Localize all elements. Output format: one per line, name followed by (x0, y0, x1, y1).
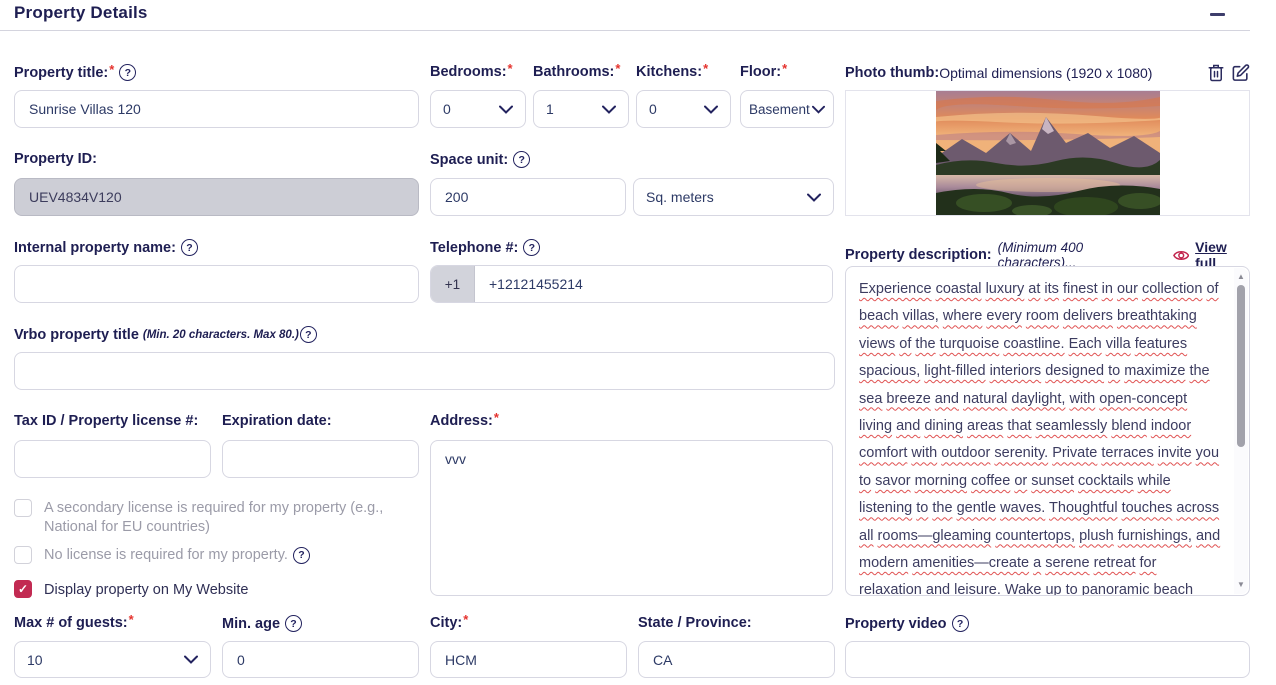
chevron-down-icon (499, 105, 513, 114)
floor-label: Floor:* (740, 64, 787, 80)
property-details-panel: Property Details Property title:* ? Bedr… (0, 0, 1276, 685)
space-unit-input[interactable] (430, 178, 626, 216)
space-unit-label: Space unit: ? (430, 151, 530, 168)
chevron-down-icon (807, 193, 821, 202)
address-textarea[interactable]: vvv (430, 440, 833, 596)
scroll-up-arrow[interactable]: ▲ (1234, 270, 1248, 284)
bathrooms-select[interactable]: 1 (533, 90, 629, 128)
help-icon[interactable]: ? (300, 326, 317, 343)
max-guests-label: Max # of guests:* (14, 615, 134, 631)
property-photo (936, 91, 1160, 215)
checkbox-no-license[interactable]: ✓ (14, 546, 32, 564)
property-video-input[interactable] (845, 641, 1250, 678)
edit-icon (1231, 63, 1250, 83)
delete-photo-button[interactable] (1207, 63, 1225, 88)
telephone-field: +1 (430, 265, 833, 303)
help-icon[interactable]: ? (285, 615, 302, 632)
expiration-date-input[interactable] (222, 440, 419, 478)
expiration-date-label: Expiration date: (222, 413, 332, 429)
scrollbar[interactable]: ▲ ▼ (1234, 268, 1248, 594)
bathrooms-label: Bathrooms:* (533, 64, 620, 80)
telephone-input[interactable] (475, 266, 832, 302)
description-label: Property description: (845, 247, 992, 263)
help-icon[interactable]: ? (119, 64, 136, 81)
property-id-label: Property ID: (14, 151, 97, 167)
tax-id-label: Tax ID / Property license #: (14, 413, 198, 429)
property-title-label: Property title:* ? (14, 64, 136, 81)
tax-id-input[interactable] (14, 440, 211, 478)
help-icon[interactable]: ? (952, 615, 969, 632)
eye-icon[interactable] (1173, 249, 1189, 262)
state-input[interactable] (638, 641, 835, 678)
description-textarea[interactable]: Experience coastal luxury at its finest … (845, 266, 1250, 596)
chevron-down-icon (704, 105, 718, 114)
internal-name-input[interactable] (14, 265, 419, 303)
kitchens-label: Kitchens:* (636, 64, 708, 80)
city-label: City:* (430, 615, 468, 631)
min-age-input[interactable] (222, 641, 419, 678)
header-divider (0, 30, 1250, 31)
checkbox-display-website-label[interactable]: Display property on My Website (44, 581, 248, 600)
help-icon[interactable]: ? (513, 151, 530, 168)
address-label: Address:* (430, 413, 499, 429)
help-icon[interactable]: ? (293, 547, 310, 564)
trash-icon (1207, 63, 1225, 83)
phone-country-code[interactable]: +1 (431, 266, 475, 302)
vrbo-title-input[interactable] (14, 352, 835, 390)
scroll-thumb[interactable] (1237, 285, 1245, 447)
bedrooms-label: Bedrooms:* (430, 64, 513, 80)
property-title-input[interactable] (14, 90, 419, 128)
checkbox-secondary-license[interactable]: ✓ (14, 499, 32, 517)
chevron-down-icon (602, 105, 616, 114)
property-id-input (14, 178, 419, 216)
chevron-down-icon (812, 105, 825, 114)
chevron-down-icon (184, 655, 198, 664)
edit-photo-button[interactable] (1231, 63, 1250, 88)
checkbox-no-license-label[interactable]: No license is required for my property. … (44, 546, 310, 565)
description-text: Experience coastal luxury at its finest … (859, 281, 1220, 596)
internal-name-label: Internal property name: ? (14, 239, 198, 256)
photo-thumbnail[interactable] (845, 90, 1250, 216)
max-guests-select[interactable]: 10 (14, 641, 211, 678)
scroll-down-arrow[interactable]: ▼ (1234, 578, 1248, 592)
bedrooms-select[interactable]: 0 (430, 90, 526, 128)
space-unit-select[interactable]: Sq. meters (633, 178, 834, 216)
state-label: State / Province: (638, 615, 752, 631)
checkbox-display-website[interactable]: ✓ (14, 580, 32, 598)
city-input[interactable] (430, 641, 627, 678)
page-title: Property Details (14, 3, 148, 23)
check-icon: ✓ (18, 583, 28, 595)
kitchens-select[interactable]: 0 (636, 90, 731, 128)
property-video-label: Property video ? (845, 615, 969, 632)
checkbox-secondary-license-label[interactable]: A secondary license is required for my p… (44, 499, 436, 537)
photo-thumb-label: Photo thumb:Optimal dimensions (1920 x 1… (845, 65, 1152, 81)
help-icon[interactable]: ? (181, 239, 198, 256)
floor-select[interactable]: Basement (740, 90, 834, 128)
vrbo-title-label: Vrbo property title (Min. 20 characters.… (14, 326, 317, 343)
min-age-label: Min. age ? (222, 615, 302, 632)
collapse-panel-icon[interactable] (1210, 13, 1225, 16)
help-icon[interactable]: ? (523, 239, 540, 256)
telephone-label: Telephone #: ? (430, 239, 540, 256)
